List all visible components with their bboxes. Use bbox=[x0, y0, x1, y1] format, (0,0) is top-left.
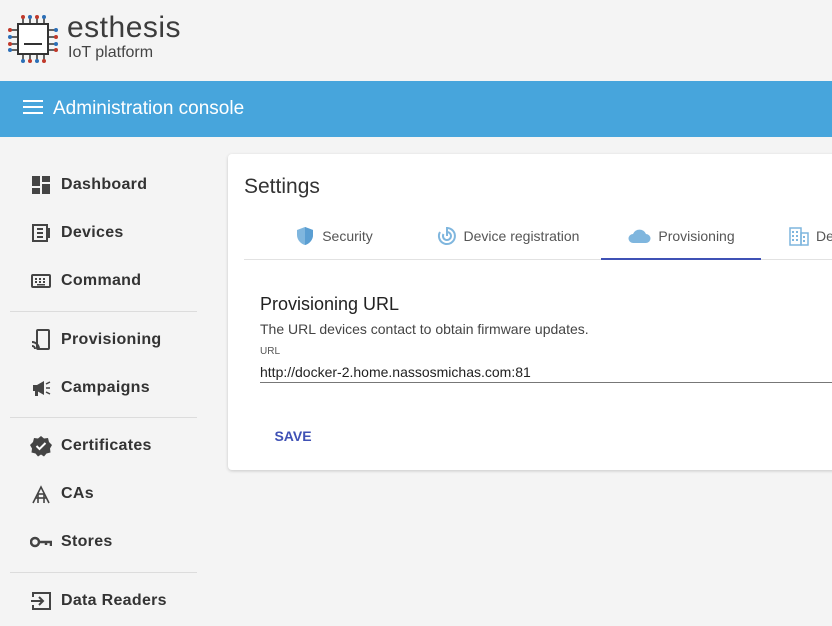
settings-tabs: Security Device registration Provisionin… bbox=[244, 213, 832, 260]
sidebar-divider bbox=[10, 417, 197, 418]
sidebar-divider bbox=[10, 311, 197, 312]
settings-card: Settings Security Device registration Pr… bbox=[228, 154, 832, 470]
tab-label: Device registration bbox=[463, 228, 580, 244]
tab-de[interactable]: De bbox=[789, 213, 832, 259]
brand-name: esthesis bbox=[67, 11, 182, 44]
target-icon bbox=[437, 226, 457, 246]
devices-icon bbox=[30, 222, 52, 244]
tab-label: Provisioning bbox=[658, 227, 735, 244]
brand-header: esthesis IoT platform bbox=[0, 0, 832, 81]
url-field-label: URL bbox=[260, 346, 281, 357]
tab-label: De bbox=[816, 228, 832, 244]
input-arrow-icon bbox=[30, 590, 52, 612]
sidebar-item-label: CAs bbox=[61, 485, 94, 502]
sidebar-divider bbox=[10, 572, 197, 573]
section-description: The URL devices contact to obtain firmwa… bbox=[260, 321, 589, 337]
section-title: Provisioning URL bbox=[260, 294, 400, 314]
sidebar-item-label: Devices bbox=[61, 224, 124, 241]
sidebar-item-cas[interactable]: CAs bbox=[10, 472, 197, 516]
sidebar-item-command[interactable]: Command bbox=[10, 259, 197, 303]
tab-label: Security bbox=[322, 228, 373, 244]
sidebar-item-label: Dashboard bbox=[61, 176, 148, 193]
chip-logo-icon bbox=[8, 15, 58, 63]
sidebar-item-campaigns[interactable]: Campaigns bbox=[10, 366, 197, 410]
dashboard-icon bbox=[30, 174, 52, 196]
tab-security[interactable]: Security bbox=[264, 213, 404, 259]
page-title: Settings bbox=[244, 175, 320, 198]
tab-device-registration[interactable]: Device registration bbox=[420, 213, 596, 259]
hamburger-menu-icon[interactable] bbox=[23, 100, 43, 118]
key-icon bbox=[30, 531, 52, 553]
sidebar-item-certificates[interactable]: Certificates bbox=[10, 424, 197, 468]
keyboard-icon bbox=[30, 270, 52, 292]
sidebar: Dashboard Devices Command Provisioning C… bbox=[0, 137, 205, 626]
tab-provisioning[interactable]: Provisioning bbox=[601, 213, 761, 260]
megaphone-icon bbox=[30, 377, 52, 399]
ca-tree-icon bbox=[30, 483, 52, 505]
sidebar-item-provisioning[interactable]: Provisioning bbox=[10, 318, 197, 362]
sidebar-item-label: Stores bbox=[61, 533, 113, 550]
top-app-bar: Administration console bbox=[0, 81, 832, 137]
sidebar-item-label: Data Readers bbox=[61, 592, 167, 609]
sidebar-item-label: Command bbox=[61, 272, 142, 289]
cloud-icon bbox=[627, 226, 651, 246]
save-button[interactable]: SAVE bbox=[260, 420, 326, 452]
verified-badge-icon bbox=[30, 435, 52, 457]
sidebar-item-label: Certificates bbox=[61, 437, 152, 454]
provisioning-icon bbox=[30, 329, 52, 351]
shield-icon bbox=[295, 226, 315, 246]
building-icon bbox=[789, 226, 809, 246]
brand-subtitle: IoT platform bbox=[68, 44, 154, 61]
app-bar-title: Administration console bbox=[53, 98, 245, 119]
sidebar-item-devices[interactable]: Devices bbox=[10, 211, 197, 255]
url-input[interactable] bbox=[260, 361, 832, 383]
sidebar-item-label: Campaigns bbox=[61, 379, 150, 396]
sidebar-item-dashboard[interactable]: Dashboard bbox=[10, 163, 197, 207]
sidebar-item-label: Provisioning bbox=[61, 331, 162, 348]
sidebar-item-stores[interactable]: Stores bbox=[10, 520, 197, 564]
sidebar-item-data-readers[interactable]: Data Readers bbox=[10, 579, 197, 623]
